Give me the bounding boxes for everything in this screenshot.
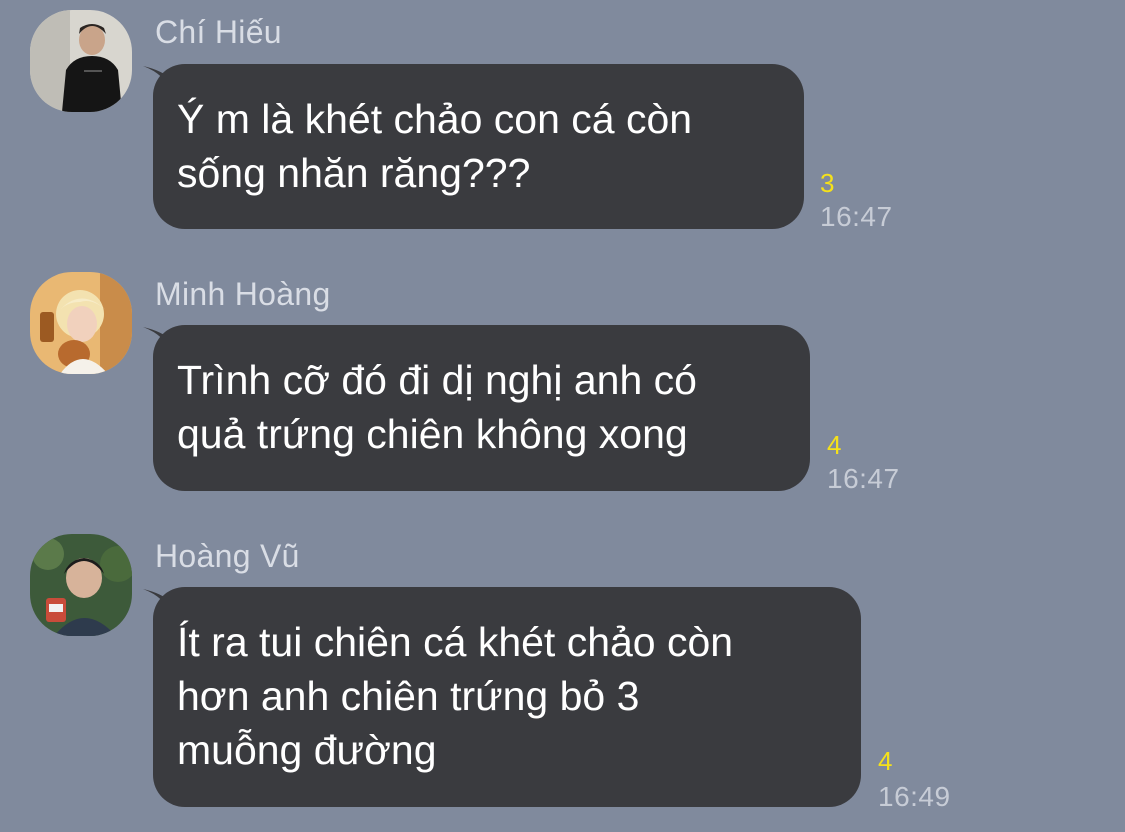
avatar-minh-hoang-image (30, 272, 132, 374)
avatar[interactable] (30, 10, 132, 112)
message-bubble[interactable]: Ý m là khét chảo con cá còn sống nhăn ră… (153, 64, 804, 229)
message-text-line: quả trứng chiên không xong (177, 411, 688, 457)
read-count: 4 (827, 430, 842, 460)
message-bubble[interactable]: Trình cỡ đó đi dị nghị anh có quả trứng … (153, 325, 810, 491)
avatar-hoang-vu-image (30, 534, 132, 636)
sender-name: Chí Hiếu (155, 14, 282, 50)
message-text-line: sống nhăn răng??? (177, 150, 531, 196)
avatar[interactable] (30, 534, 132, 636)
message-text-line: hơn anh chiên trứng bỏ 3 (177, 673, 640, 719)
read-count: 3 (820, 168, 835, 198)
avatar[interactable] (30, 272, 132, 374)
timestamp: 16:47 (820, 201, 893, 232)
message-text-line: Ý m là khét chảo con cá còn (177, 96, 693, 142)
message-text-line: muỗng đường (177, 727, 437, 773)
sender-name: Minh Hoàng (155, 276, 331, 312)
timestamp: 16:47 (827, 463, 900, 494)
message-bubble[interactable]: Ít ra tui chiên cá khét chảo còn hơn anh… (153, 587, 861, 807)
timestamp: 16:49 (878, 781, 951, 812)
avatar-chi-hieu-image (30, 10, 132, 112)
message-text-line: Ít ra tui chiên cá khét chảo còn (177, 619, 734, 665)
sender-name: Hoàng Vũ (155, 538, 300, 574)
message-text-line: Trình cỡ đó đi dị nghị anh có (177, 357, 697, 403)
read-count: 4 (878, 746, 893, 776)
